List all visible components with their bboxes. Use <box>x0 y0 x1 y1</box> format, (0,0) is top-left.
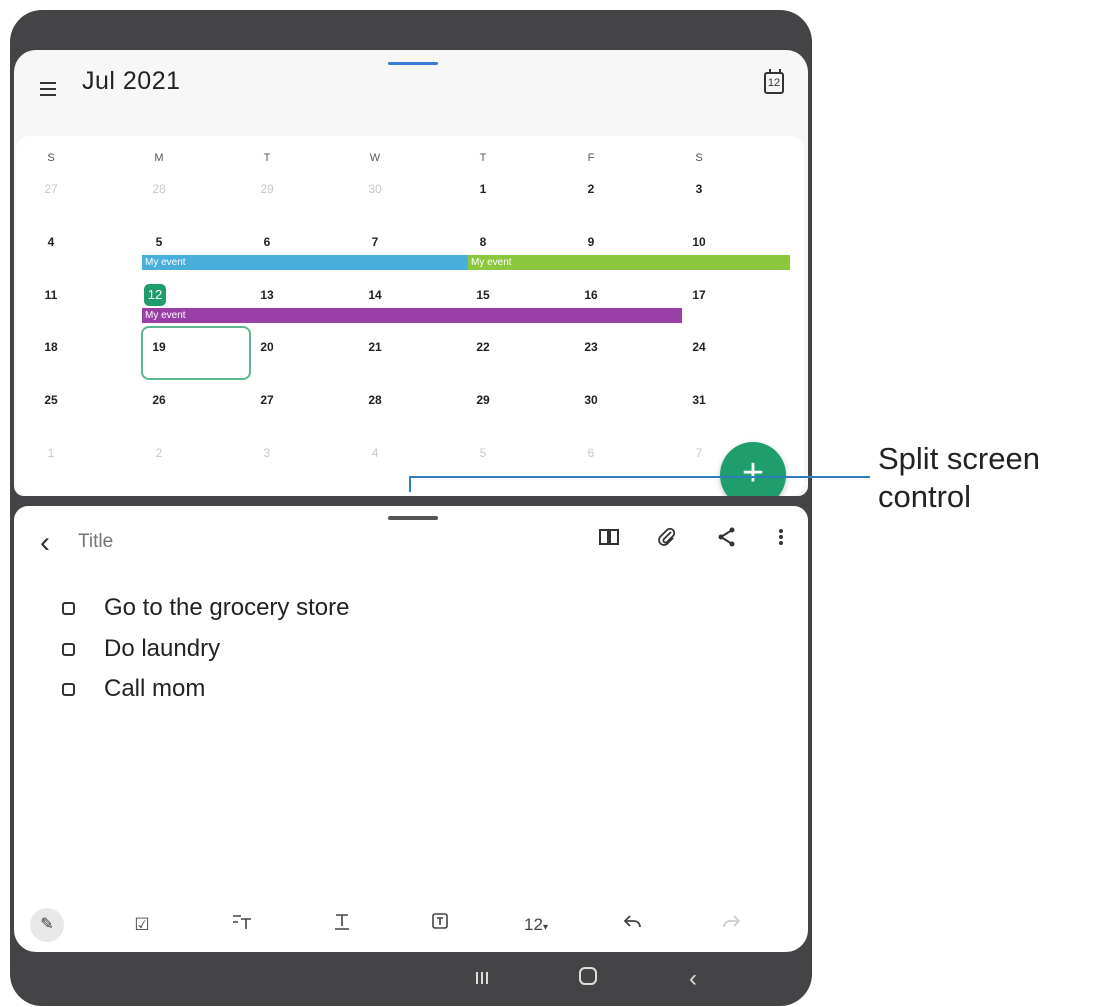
back-icon[interactable]: ‹ <box>678 964 708 994</box>
event-bar[interactable]: My event <box>468 255 790 270</box>
undo-icon[interactable] <box>618 912 648 938</box>
back-arrow-icon[interactable]: ‹ <box>40 528 50 558</box>
day-cell[interactable]: 3 <box>252 446 282 460</box>
device-frame: Jul 2021 12 S M T W T F S 27 28 29 30 1 … <box>10 10 812 1006</box>
day-cell[interactable]: 9 <box>576 235 606 249</box>
home-icon[interactable] <box>573 964 603 994</box>
day-cell[interactable]: 4 <box>36 235 66 249</box>
recent-apps-icon[interactable] <box>467 964 497 994</box>
callout-line1: Split screen <box>878 441 1040 476</box>
day-cell[interactable]: 29 <box>252 182 282 196</box>
weekday-wednesday: W <box>369 152 381 164</box>
checkbox[interactable] <box>62 643 75 656</box>
day-cell[interactable]: 2 <box>576 182 606 196</box>
day-cell[interactable]: 1 <box>468 182 498 196</box>
day-cell[interactable]: 16 <box>576 288 606 302</box>
checklist-text[interactable]: Go to the grocery store <box>104 594 349 622</box>
calendar-pane: Jul 2021 12 S M T W T F S 27 28 29 30 1 … <box>14 50 808 496</box>
day-cell[interactable]: 28 <box>360 393 390 407</box>
month-grid: S M T W T F S 27 28 29 30 1 2 3 4 5 6 7 … <box>16 136 804 496</box>
menu-icon[interactable] <box>40 78 62 96</box>
day-cell[interactable]: 5 <box>144 235 174 249</box>
title-input[interactable] <box>76 530 280 554</box>
font-size-value: 12 <box>524 915 543 934</box>
text-format-icon[interactable] <box>327 912 357 938</box>
day-cell[interactable]: 7 <box>360 235 390 249</box>
callout-label: Split screen control <box>878 440 1040 516</box>
book-icon[interactable] <box>596 526 622 552</box>
callout-line <box>409 476 870 492</box>
event-bar[interactable]: My event <box>142 308 682 323</box>
day-cell[interactable]: 17 <box>684 288 714 302</box>
weekday-saturday: S <box>695 152 703 164</box>
day-cell[interactable]: 20 <box>252 340 282 354</box>
day-cell[interactable]: 6 <box>576 446 606 460</box>
redo-icon[interactable] <box>716 912 746 938</box>
day-cell-selected[interactable]: 19 <box>144 340 174 354</box>
day-cell[interactable]: 10 <box>684 235 714 249</box>
day-cell[interactable]: 18 <box>36 340 66 354</box>
weekday-monday: M <box>154 152 164 164</box>
weekday-sunday: S <box>47 152 55 164</box>
day-cell[interactable]: 27 <box>36 182 66 196</box>
day-cell[interactable]: 30 <box>576 393 606 407</box>
text-box-icon[interactable] <box>425 912 455 938</box>
weekday-thursday: T <box>479 152 487 164</box>
day-cell[interactable]: 7 <box>684 446 714 460</box>
checkbox[interactable] <box>62 683 75 696</box>
day-cell[interactable]: 8 <box>468 235 498 249</box>
checklist-text[interactable]: Call mom <box>104 675 205 703</box>
checkbox-tool-icon[interactable]: ☑ <box>127 912 157 938</box>
pane-handle-bottom[interactable] <box>388 516 438 520</box>
day-cell[interactable]: 29 <box>468 393 498 407</box>
day-cell[interactable]: 13 <box>252 288 282 302</box>
weekday-tuesday: T <box>263 152 271 164</box>
day-cell[interactable]: 3 <box>684 182 714 196</box>
day-cell[interactable]: 23 <box>576 340 606 354</box>
event-bar[interactable]: My event <box>142 255 468 270</box>
day-cell[interactable]: 22 <box>468 340 498 354</box>
day-cell[interactable]: 24 <box>684 340 714 354</box>
day-cell[interactable]: 1 <box>36 446 66 460</box>
day-cell[interactable]: 11 <box>36 288 66 302</box>
day-cell[interactable]: 28 <box>144 182 174 196</box>
today-badge[interactable]: 12 <box>144 284 166 306</box>
day-cell[interactable]: 26 <box>144 393 174 407</box>
day-cell[interactable]: 15 <box>468 288 498 302</box>
checklist-text[interactable]: Do laundry <box>104 635 220 663</box>
calendar-header: Jul 2021 12 <box>14 50 808 130</box>
notes-pane: ‹ Go to the grocery store Do laundry Cal… <box>14 506 808 952</box>
paperclip-icon[interactable] <box>654 526 680 552</box>
checkbox[interactable] <box>62 602 75 615</box>
weekday-friday: F <box>587 152 595 164</box>
font-size-selector[interactable]: 12▾ <box>514 912 558 938</box>
calendar-today-icon[interactable]: 12 <box>764 69 784 94</box>
pen-icon[interactable]: ✎ <box>30 908 64 942</box>
month-title[interactable]: Jul 2021 <box>82 67 181 96</box>
callout-line2: control <box>878 479 972 514</box>
navigation-bar: ‹ <box>10 956 812 1006</box>
text-style-icon[interactable] <box>227 912 257 938</box>
day-cell[interactable]: 25 <box>36 393 66 407</box>
formatting-toolbar: ✎ ☑ 12▾ <box>14 904 808 948</box>
share-icon[interactable] <box>714 526 740 552</box>
day-cell[interactable]: 27 <box>252 393 282 407</box>
more-options-icon[interactable] <box>768 526 794 552</box>
day-cell[interactable]: 31 <box>684 393 714 407</box>
day-cell[interactable]: 4 <box>360 446 390 460</box>
day-cell[interactable]: 5 <box>468 446 498 460</box>
day-cell[interactable]: 14 <box>360 288 390 302</box>
day-cell[interactable]: 2 <box>144 446 174 460</box>
day-cell[interactable]: 6 <box>252 235 282 249</box>
dropdown-arrow-icon: ▾ <box>542 922 548 933</box>
day-cell[interactable]: 30 <box>360 182 390 196</box>
day-cell[interactable]: 21 <box>360 340 390 354</box>
